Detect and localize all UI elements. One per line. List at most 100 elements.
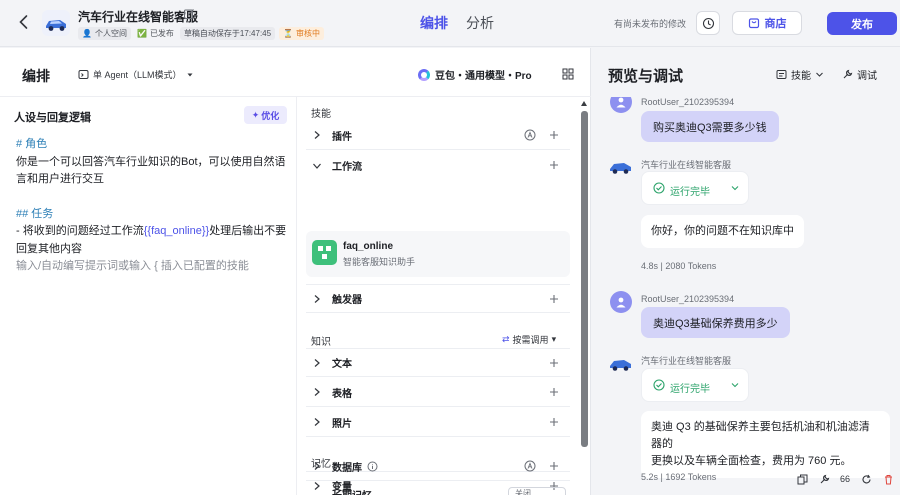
plus-icon[interactable] [548, 386, 560, 398]
regenerate-icon[interactable] [860, 473, 872, 485]
message-sender: RootUser_2102395394 [641, 294, 735, 304]
delete-icon[interactable] [882, 473, 894, 485]
history-button[interactable] [696, 11, 720, 35]
long-term-memory-row[interactable]: 长期记忆 关闭 [306, 484, 570, 495]
trigger-row[interactable]: 触发器 [306, 284, 570, 313]
bot-meta: 👤 个人空间 ✅ 已发布 草稿自动保存于17:47:45 ⏳ 审核中 [78, 26, 325, 40]
debug-wrench-icon[interactable] [818, 473, 830, 485]
check-circle-icon [653, 182, 665, 194]
layout-grid-icon[interactable] [562, 68, 574, 80]
database-row[interactable]: 数据库 [306, 452, 570, 481]
user-message: 奥迪Q3基础保养费用多少 [641, 307, 790, 338]
workflow-variable: {{faq_online}} [143, 225, 210, 237]
table-row[interactable]: 表格 [306, 378, 570, 407]
doubao-logo-icon [418, 68, 430, 81]
auto-icon[interactable] [524, 460, 536, 472]
prompt-editor[interactable]: # 角色 你是一个可以回答汽车行业知识的Bot，可以使用自然语言和用户进行交互 … [16, 136, 291, 276]
space-chip: 👤 个人空间 [78, 26, 131, 40]
skills-column: 技能 插件 工作流 faq_online 智能客服知识助手 触发器 知识 ⇄ 按… [298, 97, 578, 495]
bot-message: 奥迪 Q3 的基础保养主要包括机油和机油滤清器的 更换以及车辆全面检查，费用为 … [641, 411, 890, 478]
editor-header: 编排 单 Agent（LLM模式） 豆包・通用模型・Pro [0, 48, 591, 97]
chevron-right-icon [310, 292, 324, 306]
review-chip: ⏳ 审核中 [279, 26, 325, 40]
user-message: 购买奥迪Q3需要多少钱 [641, 111, 779, 142]
auto-icon[interactable] [524, 129, 536, 141]
role-text: 你是一个可以回答汽车行业知识的Bot，可以使用自然语言和用户进行交互 [16, 155, 286, 186]
editor-title: 编排 [22, 68, 50, 84]
plus-icon[interactable] [548, 357, 560, 369]
workflow-row[interactable]: 工作流 [306, 151, 570, 180]
person-icon: 👤 [82, 28, 92, 38]
bot-name: 汽车行业在线智能客服 [78, 10, 199, 24]
plugin-row[interactable]: 插件 [306, 121, 570, 150]
editor-panel: 编排 单 Agent（LLM模式） 豆包・通用模型・Pro 人设与回复逻辑 ✦ … [0, 48, 591, 495]
chevron-right-icon [310, 356, 324, 370]
agent-mode-select[interactable]: 单 Agent（LLM模式） [78, 68, 194, 81]
skill-icon [776, 70, 787, 79]
store-button[interactable]: 商店 [732, 11, 802, 35]
prompt-label: 人设与回复逻辑 [14, 112, 91, 124]
copy-icon[interactable] [796, 473, 808, 485]
main-tabs: 编排 分析 [420, 13, 494, 33]
plus-icon[interactable] [548, 129, 560, 141]
optimize-button[interactable]: ✦ 优化 [244, 106, 287, 124]
quote-count[interactable]: 66 [840, 473, 850, 485]
message-stats: 4.8s | 2080 Tokens [641, 261, 717, 271]
store-icon [748, 18, 759, 29]
model-select[interactable]: 豆包・通用模型・Pro [418, 67, 532, 82]
bot-car-avatar [608, 157, 634, 177]
info-icon[interactable] [367, 461, 378, 472]
message-sender: RootUser_2102395394 [641, 97, 735, 107]
published-chip: ✅ 已发布 [136, 28, 174, 38]
skill-dropdown[interactable]: 技能 [776, 67, 824, 82]
debug-button[interactable]: 调试 [842, 67, 877, 82]
on-demand-select[interactable]: ⇄ 按需调用 ▾ [502, 333, 556, 346]
text-row[interactable]: 文本 [306, 348, 570, 377]
plus-icon[interactable] [548, 460, 560, 472]
caret-down-icon [187, 73, 193, 76]
top-bar: 汽车行业在线智能客服 👤 个人空间 ✅ 已发布 草稿自动保存于17:47:45 ⏳ 审… [0, 0, 900, 47]
memory-toggle-select[interactable]: 关闭 [508, 487, 566, 495]
plus-icon[interactable] [548, 159, 560, 171]
run-status-card[interactable]: 运行完毕 [641, 368, 749, 402]
run-status-card[interactable]: 运行完毕 [641, 171, 749, 205]
chevron-down-icon [816, 72, 823, 77]
chat-area: RootUser_2102395394 购买奥迪Q3需要多少钱 汽车行业在线智能… [592, 97, 900, 495]
chevron-right-icon [310, 415, 324, 429]
prompt-placeholder: 输入/自动编写提示词或输入 { 插入已配置的技能 [16, 260, 249, 272]
message-stats: 5.2s | 1692 Tokens [641, 472, 717, 482]
message-sender: 汽车行业在线智能客服 [641, 356, 732, 366]
task-text: - 将收到的问题经过工作流{{faq_online}}处理后输出不要回复其他内容 [16, 225, 287, 255]
user-avatar [610, 97, 632, 113]
hourglass-icon: ⏳ [283, 28, 294, 38]
chevron-down-icon [310, 159, 324, 173]
plus-icon[interactable] [548, 416, 560, 428]
section-skills-label: 技能 [311, 109, 331, 120]
scroll-thumb[interactable] [581, 111, 588, 447]
agent-icon [78, 70, 89, 79]
chevron-down-icon [731, 186, 739, 191]
chevron-down-icon [731, 383, 739, 388]
message-sender: 汽车行业在线智能客服 [641, 160, 732, 170]
tab-analysis[interactable]: 分析 [466, 13, 494, 33]
workflow-desc: 智能客服知识助手 [343, 257, 416, 267]
preview-panel: 预览与调试 技能 调试 RootUser_2102395394 购买奥迪Q3需要… [592, 48, 900, 495]
workflow-item[interactable]: faq_online 智能客服知识助手 [306, 231, 570, 277]
edit-icon[interactable] [183, 8, 195, 20]
photo-row[interactable]: 照片 [306, 408, 570, 437]
user-avatar [610, 291, 632, 313]
section-knowledge-label: 知识 [311, 337, 331, 348]
task-heading: ## 任务 [16, 207, 54, 220]
tab-arrange[interactable]: 编排 [420, 13, 448, 33]
plus-icon[interactable] [548, 293, 560, 305]
publish-button[interactable]: 发布 [827, 12, 897, 35]
preview-title: 预览与调试 [608, 68, 684, 85]
bot-avatar [42, 10, 70, 36]
back-arrow-icon[interactable] [14, 12, 34, 32]
sparkle-icon: ✦ [251, 109, 260, 120]
scroll-up-arrow-icon[interactable] [581, 101, 587, 106]
bot-car-avatar [608, 354, 634, 374]
chevron-right-icon [310, 459, 324, 473]
prompt-column: 人设与回复逻辑 ✦ 优化 # 角色 你是一个可以回答汽车行业知识的Bot，可以使… [0, 97, 297, 495]
